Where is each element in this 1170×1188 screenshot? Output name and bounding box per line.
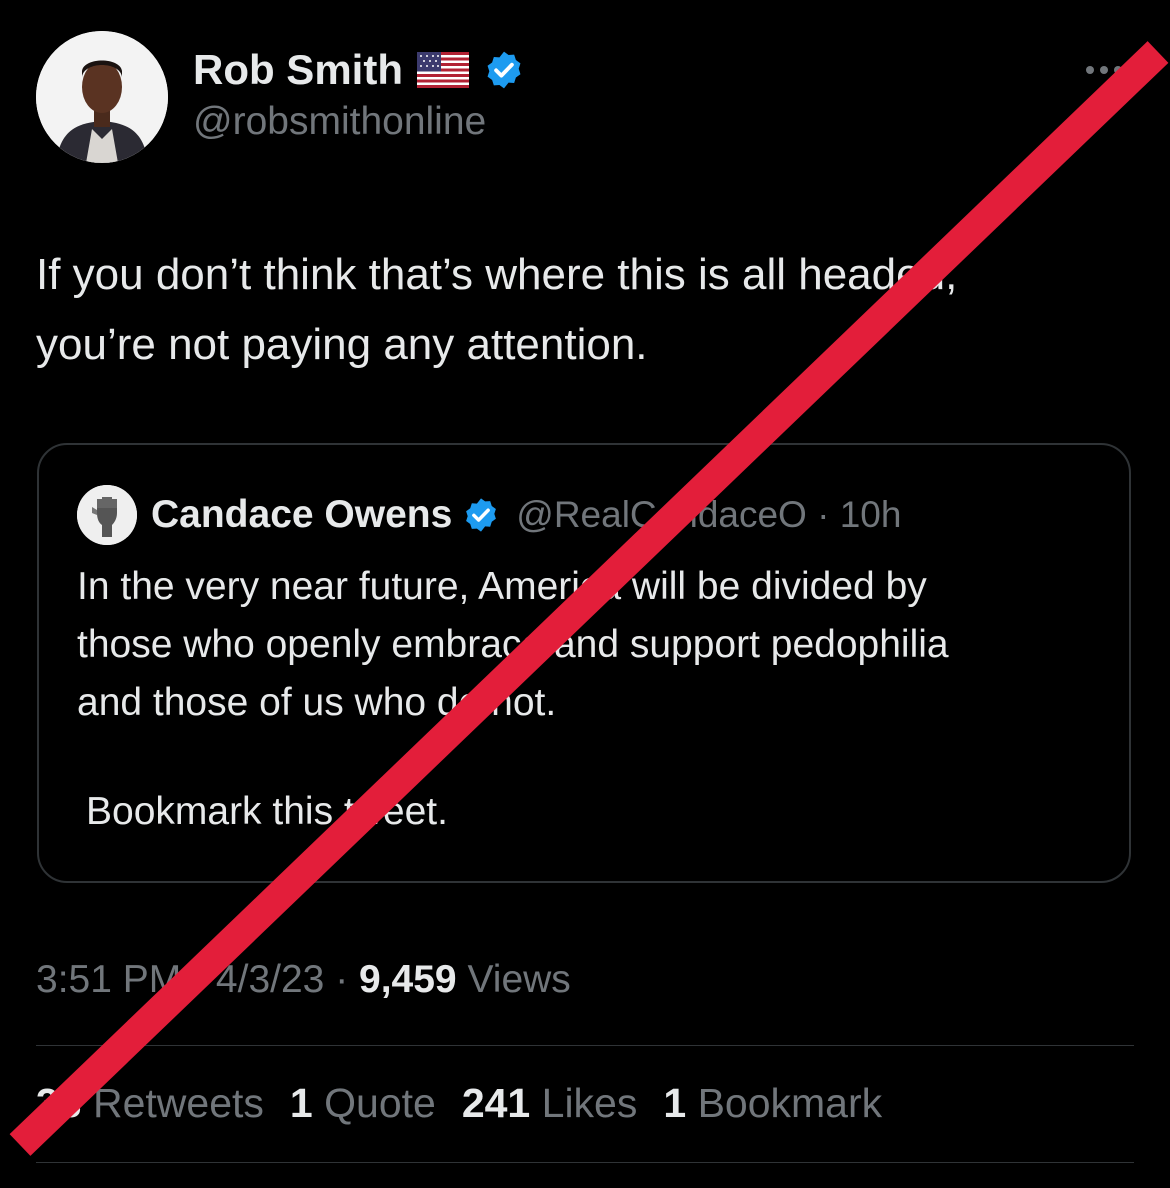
tweet-meta: 3:51 PM · 4/3/23 · 9,459 Views (36, 958, 571, 1002)
likes-count: 241 (461, 1080, 531, 1126)
quoted-tweet-line: and those of us who do not. (77, 681, 557, 724)
quoted-tweet-line: those who openly embrace and support ped… (77, 623, 949, 666)
quoted-author-handle-time: @RealCandaceO · 10h (516, 494, 901, 536)
more-dot (1100, 66, 1108, 74)
likes-label: Likes (530, 1080, 638, 1126)
author-handle[interactable]: @robsmithonline (193, 100, 486, 144)
divider (36, 1162, 1134, 1163)
quotes-label: Quote (312, 1080, 436, 1126)
engagement-stats: 33 Retweets 1 Quote 241 Likes 1 Bookmark (36, 1080, 882, 1127)
quoted-tweet-header: Candace Owens @RealCandaceO · 10h (77, 485, 901, 545)
us-flag-icon (416, 52, 469, 88)
quoted-author-handle[interactable]: @RealCandaceO (516, 494, 807, 535)
quotes-stat[interactable]: 1 Quote (290, 1080, 436, 1127)
verified-badge-icon (487, 51, 521, 89)
author-name[interactable]: Rob Smith (193, 46, 403, 94)
quoted-tweet-time: 10h (839, 494, 902, 535)
likes-stat[interactable]: 241 Likes (462, 1080, 638, 1127)
tweet-text-line: you’re not paying any attention. (36, 320, 648, 369)
bookmarks-count: 1 (663, 1080, 687, 1126)
verified-badge-icon (466, 498, 497, 532)
quoted-tweet-line: In the very near future, America will be… (77, 565, 927, 608)
views-label: Views (456, 958, 571, 1001)
retweets-stat[interactable]: 33 Retweets (36, 1080, 264, 1127)
quoted-author-avatar[interactable] (77, 485, 137, 545)
author-name-row: Rob Smith (193, 42, 525, 98)
tweet-text: If you don’t think that’s where this is … (36, 240, 1146, 380)
author-avatar[interactable] (36, 31, 168, 163)
retweets-label: Retweets (81, 1080, 264, 1126)
quoted-tweet-card[interactable]: Candace Owens @RealCandaceO · 10h In the… (37, 443, 1131, 883)
bookmarks-stat[interactable]: 1 Bookmark (663, 1080, 882, 1127)
separator-dot: · (181, 958, 216, 1001)
separator-dot: · (324, 958, 360, 1001)
bookmarks-label: Bookmark (686, 1080, 883, 1126)
more-dot (1114, 66, 1122, 74)
raised-fist-icon (77, 485, 137, 545)
quoted-author-name[interactable]: Candace Owens (151, 493, 452, 537)
tweet-time[interactable]: 3:51 PM (36, 958, 181, 1001)
more-options-icon[interactable] (1086, 60, 1132, 80)
author-portrait (36, 31, 168, 163)
retweets-count: 33 (36, 1080, 82, 1126)
quoted-tweet-line: Bookmark this tweet. (86, 790, 448, 833)
tweet-text-line: If you don’t think that’s where this is … (36, 250, 958, 299)
separator-dot: · (806, 494, 840, 535)
tweet-date[interactable]: 4/3/23 (216, 958, 324, 1001)
views-count: 9,459 (359, 958, 457, 1001)
quoted-tweet-text: In the very near future, America will be… (77, 558, 1117, 732)
more-dot (1086, 66, 1094, 74)
quotes-count: 1 (289, 1080, 313, 1126)
divider (36, 1045, 1134, 1046)
